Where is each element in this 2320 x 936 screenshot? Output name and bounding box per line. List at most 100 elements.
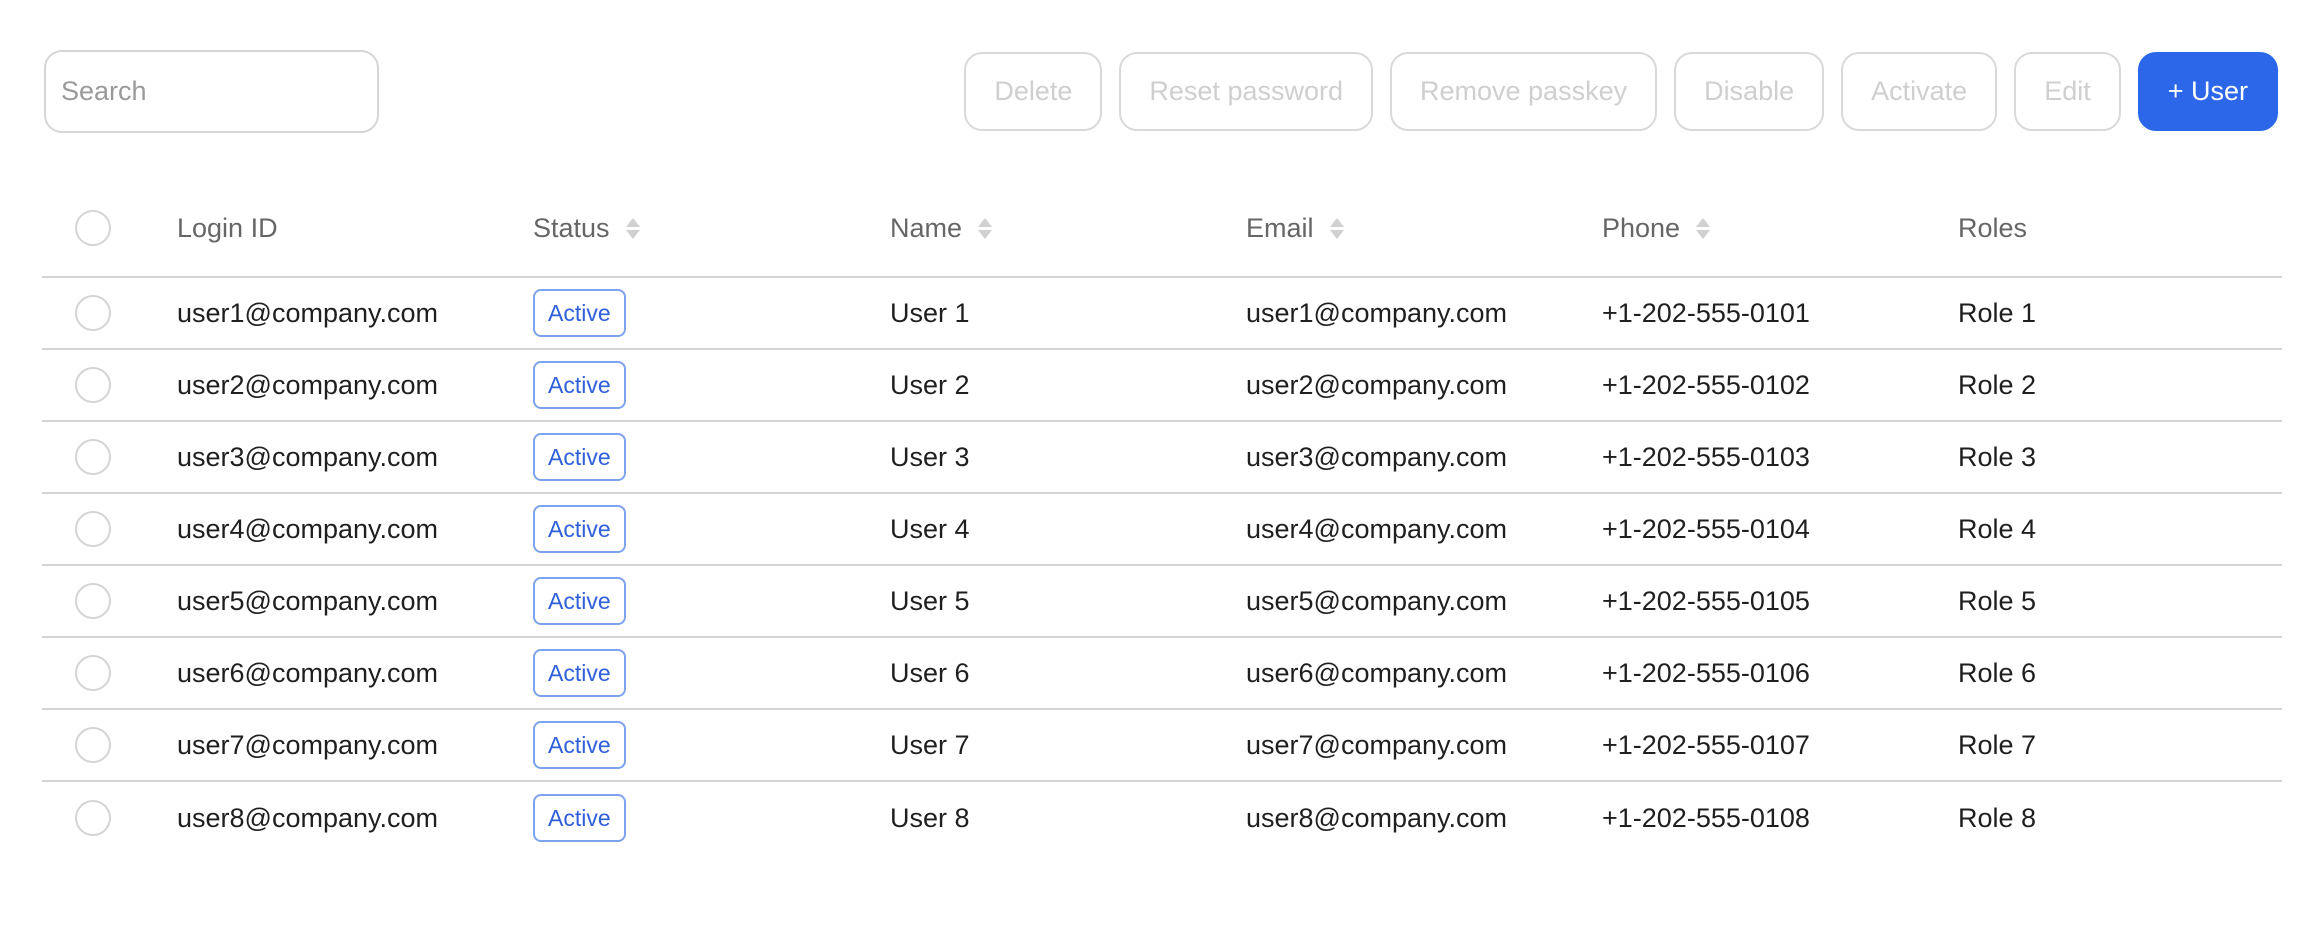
status-badge: Active [533,649,626,697]
name-cell: User 2 [890,369,970,400]
login-id-cell: user4@company.com [177,513,439,544]
search-input[interactable] [61,52,377,131]
sort-ascending-icon [1329,217,1344,227]
sort-descending-icon [625,229,640,239]
login-id-cell: user8@company.com [177,802,439,833]
status-cell: Active [533,494,626,564]
row-checkbox[interactable] [75,655,111,691]
row-checkbox-cell [42,422,144,492]
roles-cell: Role 2 [1958,369,2037,400]
row-checkbox[interactable] [75,295,111,331]
column-header-phone[interactable]: Phone [1602,180,1711,276]
column-label: Name [890,212,963,243]
status-badge: Active [533,794,626,842]
status-cell: Active [533,350,626,420]
table-row[interactable]: user7@company.com Active User 7 user7@co… [42,710,2282,782]
table-row[interactable]: user4@company.com Active User 4 user4@co… [42,494,2282,566]
name-cell: User 1 [890,297,970,328]
status-cell: Active [533,422,626,492]
name-cell: User 4 [890,513,970,544]
column-header-roles: Roles [1958,180,2027,276]
reset-password-button[interactable]: Reset password [1119,52,1373,131]
phone-cell: +1-202-555-0105 [1602,585,1810,616]
email-cell: user7@company.com [1246,729,1508,760]
table-row[interactable]: user8@company.com Active User 8 user8@co… [42,782,2282,854]
sort-descending-icon [978,229,993,239]
phone-cell: +1-202-555-0107 [1602,729,1810,760]
column-header-email[interactable]: Email [1246,180,1344,276]
row-checkbox-cell [42,350,144,420]
column-label: Status [533,212,610,243]
roles-cell: Role 7 [1958,729,2037,760]
phone-cell: +1-202-555-0108 [1602,802,1810,833]
edit-button[interactable]: Edit [2014,52,2121,131]
phone-cell: +1-202-555-0102 [1602,369,1810,400]
row-checkbox[interactable] [75,511,111,547]
name-cell: User 8 [890,802,970,833]
status-badge: Active [533,721,626,769]
table-row[interactable]: user3@company.com Active User 3 user3@co… [42,422,2282,494]
roles-cell: Role 4 [1958,513,2037,544]
status-badge: Active [533,289,626,337]
sort-descending-icon [1696,229,1711,239]
table-row[interactable]: user5@company.com Active User 5 user5@co… [42,566,2282,638]
table-row[interactable]: user6@company.com Active User 6 user6@co… [42,638,2282,710]
remove-passkey-button[interactable]: Remove passkey [1390,52,1658,131]
row-checkbox-cell [42,278,144,348]
email-cell: user6@company.com [1246,657,1508,688]
column-label: Login ID [177,212,278,243]
row-checkbox-cell [42,638,144,708]
column-header-name[interactable]: Name [890,180,993,276]
sort-icon[interactable] [1696,217,1711,239]
status-cell: Active [533,278,626,348]
login-id-cell: user3@company.com [177,441,439,472]
sort-ascending-icon [978,217,993,227]
name-cell: User 7 [890,729,970,760]
select-all-checkbox[interactable] [75,210,111,246]
activate-button[interactable]: Activate [1841,52,1998,131]
row-checkbox-cell [42,566,144,636]
sort-icon[interactable] [978,217,993,239]
status-badge: Active [533,361,626,409]
table-row[interactable]: user1@company.com Active User 1 user1@co… [42,278,2282,350]
row-checkbox[interactable] [75,439,111,475]
login-id-cell: user7@company.com [177,729,439,760]
roles-cell: Role 6 [1958,657,2037,688]
add-user-button[interactable]: + User [2137,52,2278,131]
email-cell: user2@company.com [1246,369,1508,400]
name-cell: User 3 [890,441,970,472]
column-label: Phone [1602,212,1681,243]
phone-cell: +1-202-555-0101 [1602,297,1810,328]
row-checkbox-cell [42,710,144,780]
row-checkbox[interactable] [75,583,111,619]
phone-cell: +1-202-555-0106 [1602,657,1810,688]
email-cell: user4@company.com [1246,513,1508,544]
table-row[interactable]: user2@company.com Active User 2 user2@co… [42,350,2282,422]
status-badge: Active [533,433,626,481]
sort-icon[interactable] [625,217,640,239]
roles-cell: Role 1 [1958,297,2037,328]
status-cell: Active [533,782,626,854]
sort-descending-icon [1329,229,1344,239]
roles-cell: Role 3 [1958,441,2037,472]
sort-ascending-icon [625,217,640,227]
name-cell: User 6 [890,657,970,688]
login-id-cell: user1@company.com [177,297,439,328]
disable-button[interactable]: Disable [1674,52,1825,131]
sort-icon[interactable] [1329,217,1344,239]
row-checkbox[interactable] [75,727,111,763]
header-checkbox-cell [42,180,144,276]
status-cell: Active [533,710,626,780]
login-id-cell: user6@company.com [177,657,439,688]
column-header-status[interactable]: Status [533,180,640,276]
phone-cell: +1-202-555-0104 [1602,513,1810,544]
status-badge: Active [533,577,626,625]
status-badge: Active [533,505,626,553]
column-label: Email [1246,212,1314,243]
row-checkbox[interactable] [75,800,111,836]
column-header-login-id: Login ID [177,180,278,276]
row-checkbox[interactable] [75,367,111,403]
table-header: Login ID Status Name Email Phone Roles [42,180,2282,278]
delete-button[interactable]: Delete [964,52,1103,131]
search-box[interactable] [44,50,379,133]
